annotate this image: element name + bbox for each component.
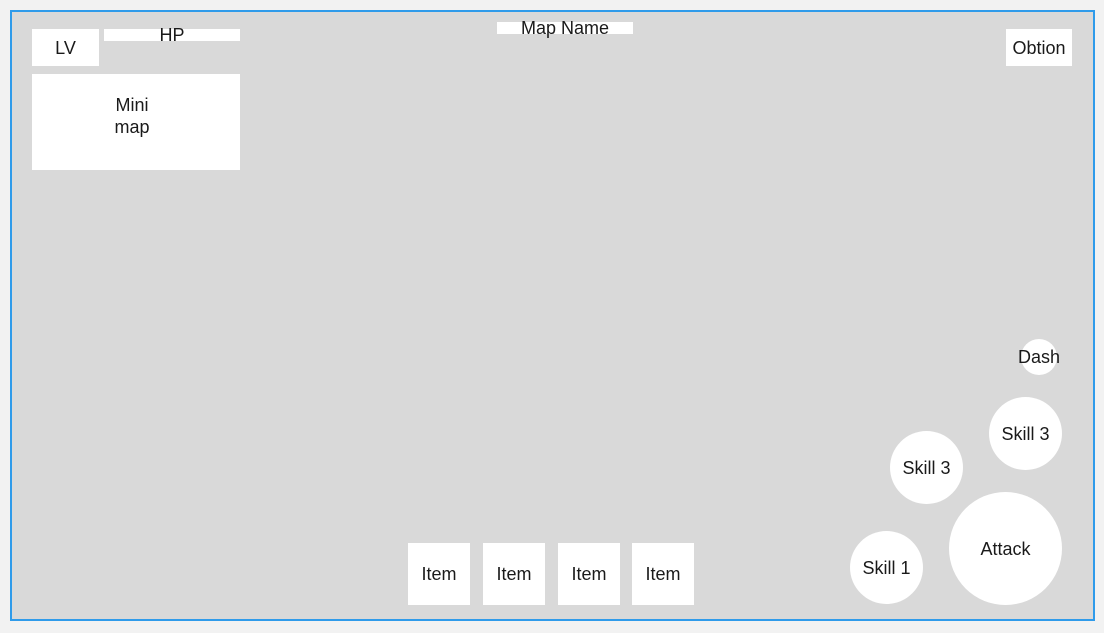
item-slot-3[interactable]: Item xyxy=(558,543,620,605)
minimap[interactable]: Mini map xyxy=(32,74,240,170)
hp-label: HP xyxy=(159,25,185,45)
item-slot-1[interactable]: Item xyxy=(408,543,470,605)
level-label: LV xyxy=(55,37,76,58)
skill-3-button-mid[interactable]: Skill 3 xyxy=(890,431,963,504)
level-indicator: LV xyxy=(32,29,99,66)
dash-button[interactable]: Dash xyxy=(1017,339,1061,375)
skill-1-button[interactable]: Skill 1 xyxy=(850,531,923,604)
skill-label: Skill 1 xyxy=(862,557,911,578)
item-slot-4[interactable]: Item xyxy=(632,543,694,605)
minimap-label: Mini map xyxy=(114,95,150,137)
map-name-label: Map Name xyxy=(520,18,610,38)
item-slot-2[interactable]: Item xyxy=(483,543,545,605)
item-slot-label: Item xyxy=(645,564,681,584)
option-label: Obtion xyxy=(1012,37,1066,58)
game-screen: LV HP Mini map Map Name Obtion Item Item… xyxy=(10,10,1095,621)
skill-label: Skill 3 xyxy=(902,457,951,478)
item-slot-label: Item xyxy=(496,564,532,584)
hp-bar: HP xyxy=(104,25,240,45)
skill-label: Skill 3 xyxy=(1001,423,1050,444)
dash-label: Dash xyxy=(1017,347,1061,367)
option-button[interactable]: Obtion xyxy=(1006,29,1072,66)
attack-button[interactable]: Attack xyxy=(949,492,1062,605)
skill-3-button-top[interactable]: Skill 3 xyxy=(989,397,1062,470)
map-name-banner: Map Name xyxy=(497,18,633,38)
item-slot-label: Item xyxy=(571,564,607,584)
item-slot-label: Item xyxy=(421,564,457,584)
attack-label: Attack xyxy=(980,538,1031,559)
